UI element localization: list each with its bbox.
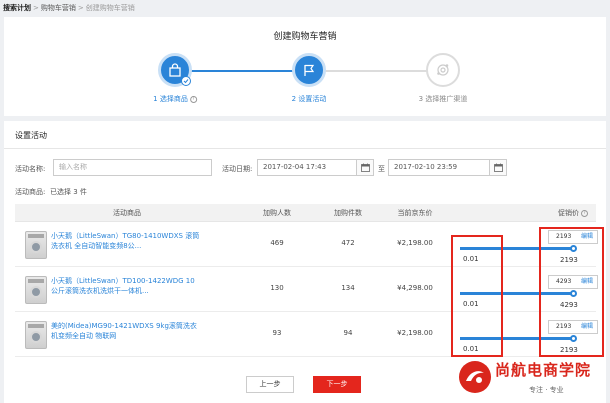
breadcrumb-current: 创建购物车营销 — [85, 4, 135, 12]
date-separator: 至 — [378, 165, 385, 173]
min-price-highlight — [451, 235, 503, 357]
table-row: 美的(Midea)MG90-1421WDXS 9kg滚筒洗衣机变频全自动 物联网… — [15, 313, 598, 357]
step-3-label: 3 选择推广渠道 — [418, 95, 468, 103]
watermark-subtitle: 专注 · 专业 — [529, 386, 564, 394]
product-name-link[interactable]: 小天鹅（LittleSwan）TD100-1422WDG 10公斤滚筒洗衣机洗烘… — [51, 276, 201, 306]
section-title: 设置活动 — [15, 131, 47, 140]
current-price: ¥4,298.00 — [397, 284, 433, 292]
logo-icon — [459, 361, 491, 393]
max-price-highlight — [539, 227, 604, 357]
add-items: 94 — [343, 329, 353, 337]
step-1-label: 1 选择商品? — [153, 94, 197, 104]
breadcrumb-root[interactable]: 搜索计划 — [3, 4, 31, 12]
product-thumbnail[interactable] — [25, 321, 47, 349]
section-divider — [4, 148, 606, 149]
step-line-done — [175, 70, 309, 72]
product-name-link[interactable]: 小天鹅（LittleSwan）TG80-1410WDXS 滚筒洗衣机 全自动智能… — [51, 231, 201, 261]
shopping-bag-icon — [169, 63, 181, 77]
col-promo-price: 促销价? — [558, 204, 588, 222]
step-2-circle[interactable] — [292, 53, 326, 87]
col-add-people: 加购人数 — [263, 209, 291, 217]
prev-step-button[interactable]: 上一步 — [246, 376, 294, 393]
product-thumbnail[interactable] — [25, 276, 47, 304]
page-title: 创建购物车营销 — [273, 32, 337, 42]
add-items: 134 — [341, 284, 355, 292]
breadcrumb: 搜索计划 > 购物车营销 > 创建购物车营销 — [3, 4, 135, 12]
step-1-circle[interactable] — [158, 53, 192, 87]
flag-icon — [304, 64, 315, 76]
product-thumbnail[interactable] — [25, 231, 47, 259]
help-icon[interactable]: ? — [189, 95, 197, 103]
step-2-label: 2 设置活动 — [291, 95, 327, 103]
activity-goods-count: 已选择 3 件 — [50, 188, 87, 196]
add-people: 93 — [272, 329, 282, 337]
activity-goods-label: 活动商品: — [15, 188, 46, 196]
add-items: 472 — [341, 239, 355, 247]
channel-icon — [437, 64, 449, 76]
activity-name-label: 活动名称: — [15, 165, 46, 173]
calendar-icon[interactable] — [357, 159, 374, 176]
col-price: 当前京东价 — [397, 209, 433, 217]
next-step-button[interactable]: 下一步 — [313, 376, 361, 393]
step-progress: 1 选择商品? 2 设置活动 3 选择推广渠道 — [124, 53, 494, 113]
add-people: 130 — [270, 284, 284, 292]
table-header: 活动商品 加购人数 加购件数 当前京东价 促销价? — [15, 204, 596, 222]
watermark-logo: 尚航电商学院 专注 · 专业 — [455, 355, 608, 401]
step-line-todo — [309, 70, 443, 72]
table-row: 小天鹅（LittleSwan）TG80-1410WDXS 滚筒洗衣机 全自动智能… — [15, 223, 598, 267]
breadcrumb-level2[interactable]: 购物车营销 — [41, 4, 76, 12]
calendar-icon[interactable] — [490, 159, 507, 176]
col-add-items: 加购件数 — [334, 209, 362, 217]
check-icon — [181, 76, 191, 86]
steps-panel: 创建购物车营销 1 选择商品? 2 设置活动 3 选择推广渠道 — [4, 17, 606, 116]
product-name-link[interactable]: 美的(Midea)MG90-1421WDXS 9kg滚筒洗衣机变频全自动 物联网 — [51, 321, 201, 351]
watermark-title: 尚航电商学院 — [495, 361, 592, 379]
activity-date-label: 活动日期: — [222, 165, 253, 173]
add-people: 469 — [270, 239, 284, 247]
start-date-input[interactable]: 2017-02-04 17:43 — [257, 159, 357, 176]
table-row: 小天鹅（LittleSwan）TD100-1422WDG 10公斤滚筒洗衣机洗烘… — [15, 268, 598, 312]
help-icon[interactable]: ? — [581, 209, 588, 217]
activity-name-input[interactable]: 输入名称 — [53, 159, 212, 176]
col-goods: 活动商品 — [113, 209, 141, 217]
current-price: ¥2,198.00 — [397, 329, 433, 337]
current-price: ¥2,198.00 — [397, 239, 433, 247]
end-date-input[interactable]: 2017-02-10 23:59 — [388, 159, 490, 176]
step-3-circle[interactable] — [426, 53, 460, 87]
